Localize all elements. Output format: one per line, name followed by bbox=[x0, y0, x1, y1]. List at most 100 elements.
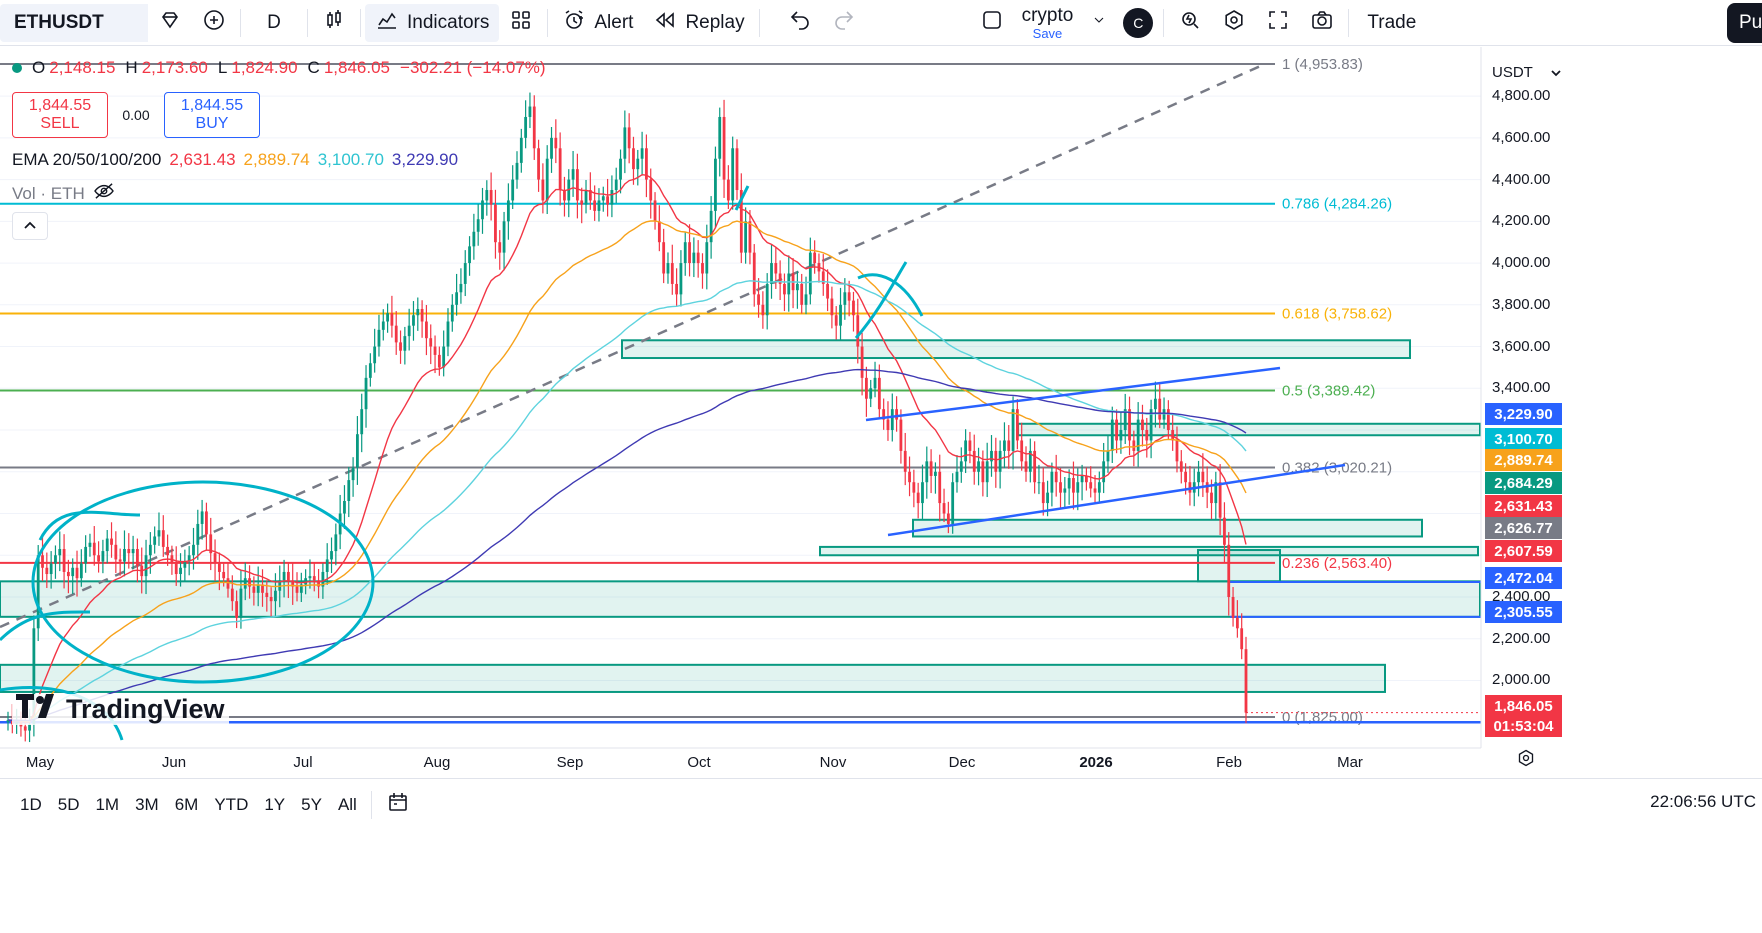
status-dot bbox=[12, 63, 22, 73]
candle-body bbox=[476, 219, 480, 232]
candle-body bbox=[97, 555, 100, 562]
date-tick: Sep bbox=[556, 754, 584, 771]
candle-body bbox=[243, 578, 247, 589]
candle-body bbox=[1235, 617, 1239, 629]
range-1d[interactable]: 1D bbox=[12, 795, 50, 815]
open-value: 2,148.15 bbox=[49, 58, 116, 77]
candle-body bbox=[1007, 440, 1011, 451]
currency-selector[interactable]: USDT bbox=[1488, 59, 1566, 85]
date-tick: Dec bbox=[948, 754, 976, 771]
page-footer bbox=[0, 831, 1762, 933]
change-value: −302.21 (−14.07%) bbox=[400, 58, 546, 77]
candle-body bbox=[274, 590, 277, 602]
date-tick: Jun bbox=[161, 754, 187, 771]
candle-body bbox=[1184, 471, 1188, 483]
ema-legend[interactable]: EMA 20/50/100/200 2,631.43 2,889.74 3,10… bbox=[12, 150, 458, 170]
candle-body bbox=[1063, 488, 1067, 493]
candle-body bbox=[45, 567, 49, 575]
tv-wordmark: TradingView bbox=[66, 694, 225, 724]
range-all[interactable]: All bbox=[330, 795, 365, 815]
candle-body bbox=[222, 571, 226, 579]
candle-body bbox=[761, 304, 765, 316]
candle-body bbox=[752, 252, 756, 295]
collapse-legend-button[interactable] bbox=[12, 212, 48, 240]
fib-level-label: 0.236 (2,563.40) bbox=[1282, 555, 1392, 572]
support-resistance-zone bbox=[621, 339, 1411, 360]
close-label: C bbox=[307, 58, 320, 77]
candle-body bbox=[58, 548, 62, 556]
date-tick: Aug bbox=[423, 754, 451, 771]
go-to-date-button[interactable] bbox=[376, 786, 420, 824]
candle-body bbox=[377, 329, 381, 347]
candle-body bbox=[545, 158, 549, 201]
buy-button[interactable]: 1,844.55 BUY bbox=[164, 92, 260, 138]
candle-body bbox=[524, 116, 528, 138]
candle-body bbox=[127, 548, 131, 554]
candle-body bbox=[1080, 475, 1084, 483]
candle-body bbox=[519, 137, 523, 163]
price-tick: 2,000.00 bbox=[1492, 671, 1551, 689]
price-label: 2,889.74 bbox=[1485, 449, 1562, 471]
tradingview-logo: TradingView bbox=[12, 694, 229, 725]
fib-level-label: 0.5 (3,389.42) bbox=[1282, 382, 1375, 399]
volume-legend[interactable]: Vol · ETH bbox=[12, 182, 115, 205]
candle-body bbox=[990, 450, 993, 462]
candle-body bbox=[105, 538, 109, 552]
candle-body bbox=[494, 204, 497, 243]
range-5y[interactable]: 5Y bbox=[293, 795, 330, 815]
range-6m[interactable]: 6M bbox=[167, 795, 207, 815]
candle-body bbox=[916, 492, 920, 504]
candle-body bbox=[148, 544, 152, 556]
range-3m[interactable]: 3M bbox=[127, 795, 167, 815]
candle-body bbox=[1154, 398, 1157, 410]
candle-body bbox=[308, 576, 312, 579]
range-ytd[interactable]: YTD bbox=[206, 795, 256, 815]
candle-body bbox=[636, 158, 640, 170]
candle-body bbox=[554, 137, 558, 149]
candle-body bbox=[230, 588, 234, 602]
range-1m[interactable]: 1M bbox=[87, 795, 127, 815]
candle-body bbox=[994, 450, 998, 472]
price-tick: 2,200.00 bbox=[1492, 629, 1551, 647]
candle-body bbox=[571, 169, 575, 180]
candle-body bbox=[312, 576, 316, 581]
candle-body bbox=[269, 596, 273, 602]
candle-body bbox=[972, 450, 976, 472]
date-tick: May bbox=[25, 754, 55, 771]
candle-body bbox=[1145, 430, 1149, 441]
ema100-value: 3,100.70 bbox=[317, 150, 384, 169]
ema50-value: 2,889.74 bbox=[243, 150, 310, 169]
candle-body bbox=[899, 419, 903, 451]
candle-body bbox=[869, 388, 873, 399]
candle-body bbox=[575, 169, 579, 201]
utc-clock[interactable]: 22:06:56 UTC bbox=[1650, 792, 1756, 812]
low-value: 1,824.90 bbox=[231, 58, 298, 77]
high-label: H bbox=[125, 58, 138, 77]
candle-body bbox=[873, 377, 877, 389]
candle-body bbox=[252, 586, 256, 593]
candle-body bbox=[110, 538, 113, 545]
date-tick: Jul bbox=[293, 754, 313, 771]
candle-body bbox=[1037, 482, 1041, 484]
candle-body bbox=[1119, 430, 1123, 441]
chart-settings-button[interactable] bbox=[1512, 748, 1540, 772]
candle-body bbox=[373, 346, 377, 364]
range-5d[interactable]: 5D bbox=[50, 795, 88, 815]
candle-body bbox=[903, 450, 907, 472]
price-tick: 3,600.00 bbox=[1492, 337, 1551, 355]
date-axis[interactable]: May Jun Jul Aug Sep Oct Nov Dec 2026 Feb Mar bbox=[0, 748, 1481, 776]
eye-off-icon[interactable] bbox=[93, 182, 115, 205]
candle-body bbox=[92, 542, 96, 556]
sell-price: 1,844.55 bbox=[28, 96, 92, 114]
candle-body bbox=[420, 308, 424, 322]
sell-button[interactable]: 1,844.55 SELL bbox=[12, 92, 108, 138]
date-tick: Mar bbox=[1337, 754, 1363, 771]
candle-body bbox=[623, 127, 627, 159]
candle-body bbox=[558, 148, 562, 191]
date-tick: 2026 bbox=[1079, 754, 1113, 771]
range-1y[interactable]: 1Y bbox=[256, 795, 293, 815]
candle-body bbox=[640, 148, 644, 159]
candle-body bbox=[295, 586, 299, 593]
candle-body bbox=[718, 116, 722, 159]
candle-body bbox=[584, 190, 588, 205]
